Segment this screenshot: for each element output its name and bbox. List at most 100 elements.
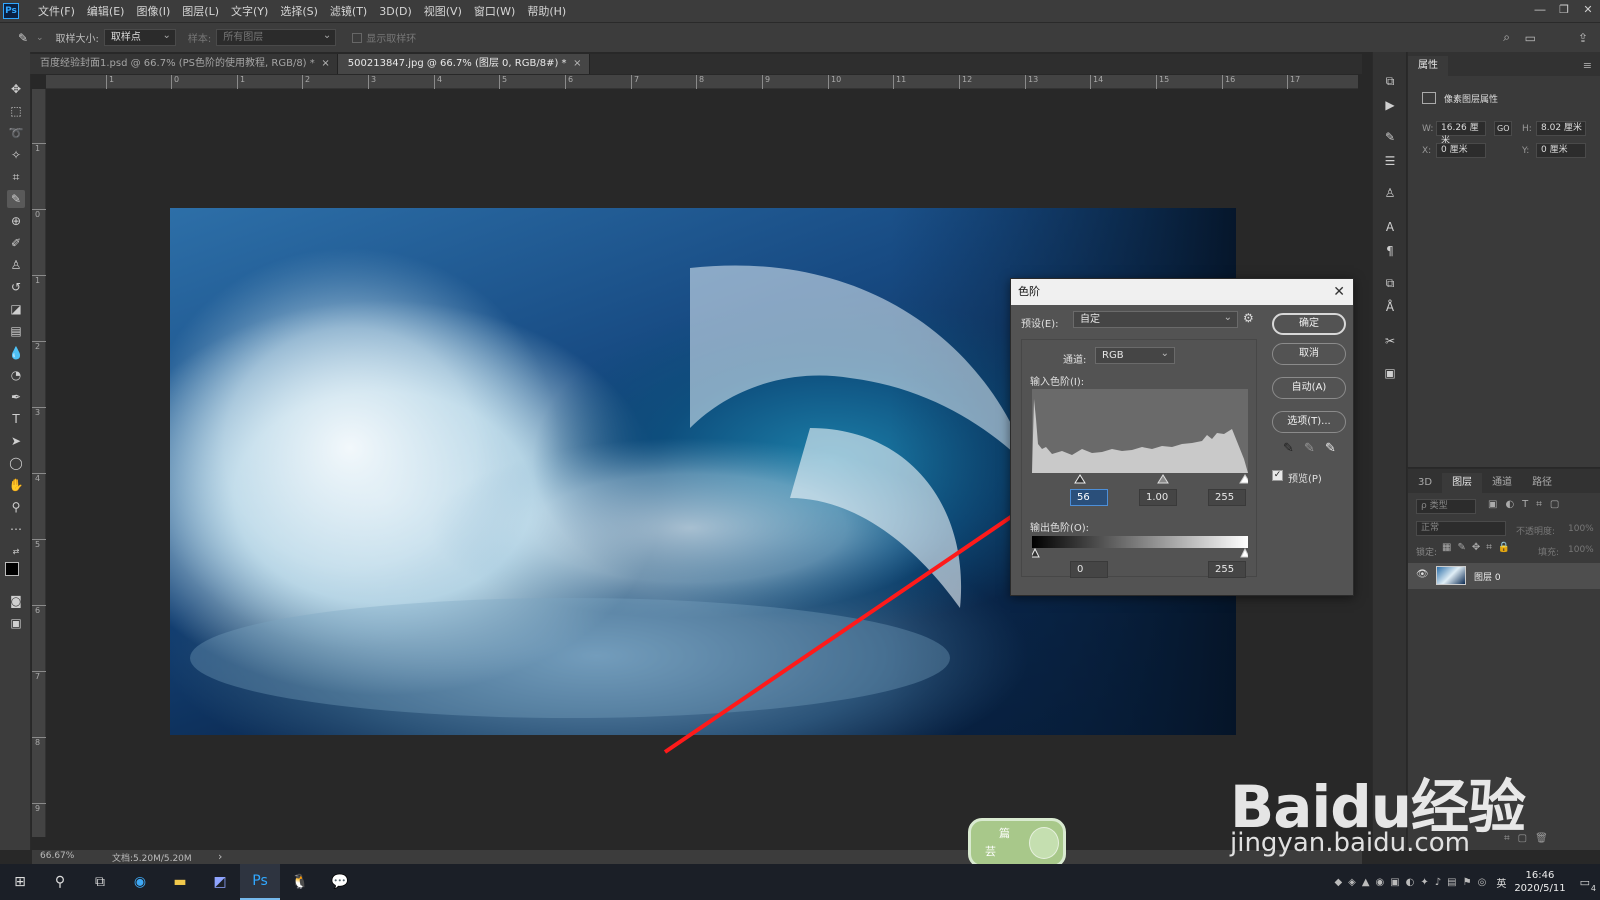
- baidu-watermark: Baidu经验 jingyan.baidu.com: [1230, 740, 1590, 860]
- tray-icons[interactable]: ◆◈▲◉▣◐✦♪▤⚑◎: [1334, 877, 1492, 888]
- channel-label: 通道:: [1063, 355, 1087, 366]
- layer-filter-icons[interactable]: ▣◐T⌗▢: [1488, 499, 1567, 510]
- qq-icon[interactable]: 🐧: [280, 864, 320, 900]
- fill-value[interactable]: 100%: [1568, 545, 1594, 555]
- opacity-label: 不透明度:: [1516, 527, 1556, 537]
- badge-text-2: 芸: [985, 845, 996, 858]
- status-menu-arrow[interactable]: ›: [218, 850, 222, 863]
- output-white-slider[interactable]: [1240, 548, 1248, 558]
- pixel-layer-icon: [1422, 92, 1436, 104]
- tool-presets-icon[interactable]: ✂: [1381, 332, 1399, 350]
- levels-title-bar[interactable]: 色阶 ✕: [1011, 279, 1353, 305]
- height-field[interactable]: 8.02 厘米: [1536, 121, 1586, 136]
- output-white-field[interactable]: 255: [1208, 561, 1246, 578]
- app-icon[interactable]: ◩: [200, 864, 240, 900]
- output-levels-label: 输出色阶(O):: [1030, 523, 1090, 534]
- black-eyedropper-icon[interactable]: ✎: [1283, 441, 1294, 456]
- height-label: H:: [1522, 124, 1532, 134]
- black-point-slider[interactable]: [1074, 474, 1086, 484]
- tab-properties[interactable]: 属性: [1408, 56, 1448, 76]
- history-icon[interactable]: ⧉: [1381, 72, 1399, 90]
- layer-name[interactable]: 图层 0: [1474, 570, 1501, 583]
- output-black-field[interactable]: 0: [1070, 561, 1108, 578]
- layer-row[interactable]: 👁 图层 0: [1408, 563, 1600, 589]
- output-gradient: [1032, 536, 1248, 548]
- properties-tabbar: 属性 ≡: [1408, 52, 1600, 76]
- adjustments-icon[interactable]: ☰: [1381, 152, 1399, 170]
- clock-time: 16:46: [1525, 870, 1555, 881]
- preview-checkbox[interactable]: ✓: [1272, 470, 1283, 481]
- notification-icon[interactable]: ▭ 4: [1580, 876, 1596, 893]
- windows-taskbar: ⊞ ⚲ ⧉ ◉ ▬ ◩ Ps 🐧 💬 ◆◈▲◉▣◐✦♪▤⚑◎ 英 16:46 2…: [0, 864, 1600, 900]
- white-eyedropper-icon[interactable]: ✎: [1325, 441, 1336, 456]
- watermark-url: jingyan.baidu.com: [1230, 828, 1470, 858]
- y-label: Y:: [1522, 146, 1530, 156]
- y-field[interactable]: 0 厘米: [1536, 143, 1586, 158]
- width-field[interactable]: 16.26 厘米: [1436, 121, 1486, 146]
- libraries-icon[interactable]: ▣: [1381, 364, 1399, 382]
- ok-button[interactable]: 确定: [1272, 313, 1346, 335]
- brush-settings-icon[interactable]: ✎: [1381, 128, 1399, 146]
- file-explorer-icon[interactable]: ▬: [160, 864, 200, 900]
- search-icon[interactable]: ⚲: [40, 864, 80, 900]
- windows-start-icon[interactable]: ⊞: [0, 864, 40, 900]
- paragraph-styles-icon[interactable]: ⧉: [1381, 274, 1399, 292]
- arrow-shaft: [663, 502, 1032, 754]
- options-button[interactable]: 选项(T)...: [1272, 411, 1346, 433]
- clone-source-icon[interactable]: ♙: [1381, 184, 1399, 202]
- histogram-graph: [1032, 399, 1248, 473]
- zoom-level[interactable]: 66.67%: [40, 851, 74, 861]
- doc-size: 文档:5.20M/5.20M: [112, 854, 192, 864]
- input-sliders[interactable]: [1032, 473, 1248, 485]
- actions-play-icon[interactable]: ▶: [1381, 96, 1399, 114]
- channel-select[interactable]: RGB: [1095, 346, 1175, 364]
- badge-leaf-icon: [1029, 827, 1059, 859]
- badge-text-1: 篇: [999, 827, 1010, 840]
- layer-filter-select[interactable]: ρ 类型: [1416, 499, 1476, 514]
- x-label: X:: [1422, 146, 1432, 156]
- gray-eyedropper-icon[interactable]: ✎: [1304, 441, 1315, 456]
- floating-badge[interactable]: 篇 芸: [968, 818, 1066, 868]
- width-label: W:: [1422, 124, 1434, 134]
- preset-label: 预设(E):: [1021, 319, 1059, 330]
- lock-icons[interactable]: ▦✎✥⌗🔒: [1442, 542, 1516, 553]
- auto-button[interactable]: 自动(A): [1272, 377, 1346, 399]
- paragraph-icon[interactable]: ¶: [1381, 242, 1399, 260]
- x-field[interactable]: 0 厘米: [1436, 143, 1486, 158]
- close-icon[interactable]: ✕: [1333, 279, 1345, 305]
- ime-indicator[interactable]: 英: [1496, 875, 1506, 890]
- tab-layers[interactable]: 图层: [1442, 473, 1483, 493]
- input-black-field[interactable]: 56: [1070, 489, 1108, 506]
- glyphs-icon[interactable]: Å: [1381, 298, 1399, 316]
- clock[interactable]: 16:46 2020/5/11: [1514, 869, 1565, 895]
- eye-icon[interactable]: 👁: [1416, 569, 1429, 580]
- wechat-icon[interactable]: 💬: [320, 864, 360, 900]
- levels-dialog: 色阶 ✕ 预设(E): 自定 ⚙ 通道: RGB 输入色阶(I): 56 1.0…: [1010, 278, 1354, 596]
- tab-paths[interactable]: 路径: [1522, 473, 1562, 493]
- task-view-icon[interactable]: ⧉: [80, 864, 120, 900]
- histogram: [1032, 389, 1248, 473]
- gamma-slider[interactable]: [1157, 474, 1169, 484]
- status-bar: 66.67% 文档:5.20M/5.20M ›: [32, 850, 1362, 864]
- tab-channels[interactable]: 通道: [1482, 473, 1522, 493]
- cancel-button[interactable]: 取消: [1272, 343, 1346, 365]
- output-sliders[interactable]: [1032, 548, 1248, 558]
- input-gamma-field[interactable]: 1.00: [1139, 489, 1177, 506]
- preview-label: 预览(P): [1288, 474, 1322, 485]
- gear-icon[interactable]: ⚙: [1243, 311, 1254, 325]
- photoshop-taskbar-icon[interactable]: Ps: [240, 864, 280, 900]
- levels-title: 色阶: [1018, 285, 1040, 298]
- link-icon[interactable]: GO: [1494, 121, 1512, 136]
- preset-select[interactable]: 自定: [1073, 310, 1238, 328]
- character-icon[interactable]: A: [1381, 218, 1399, 236]
- opacity-value[interactable]: 100%: [1568, 524, 1594, 534]
- input-white-field[interactable]: 255: [1208, 489, 1246, 506]
- blend-mode-select[interactable]: 正常: [1416, 521, 1506, 536]
- white-point-slider[interactable]: [1239, 474, 1248, 484]
- browser-icon[interactable]: ◉: [120, 864, 160, 900]
- tab-3d[interactable]: 3D: [1408, 473, 1442, 493]
- panel-menu-icon[interactable]: ≡: [1583, 59, 1592, 72]
- layers-tabbar: 3D 图层 通道 路径: [1408, 469, 1600, 493]
- panel-icon-strip: ⧉ ▶ ✎ ☰ ♙ A ¶ ⧉ Å ✂ ▣: [1372, 52, 1406, 850]
- output-black-slider[interactable]: [1032, 548, 1040, 558]
